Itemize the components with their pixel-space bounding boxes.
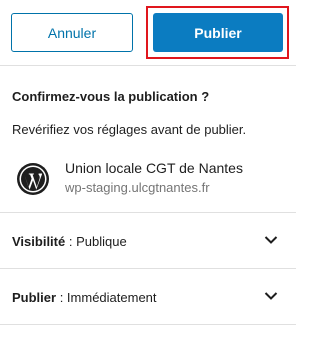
publish-schedule-label: Publier <box>12 290 57 305</box>
confirm-description: Revérifiez vos réglages avant de publier… <box>12 122 247 137</box>
publish-panel: Annuler Publier Confirmez-vous la public… <box>0 0 296 341</box>
cancel-button[interactable]: Annuler <box>11 13 133 52</box>
site-card: Union locale CGT de Nantes wp-staging.ul… <box>16 160 286 200</box>
visibility-toggle-row[interactable]: Visibilité : Publique <box>0 213 296 269</box>
visibility-label: Visibilité <box>12 234 66 249</box>
publish-button[interactable]: Publier <box>153 13 283 52</box>
chevron-down-icon[interactable] <box>264 235 278 245</box>
visibility-value: Publique <box>76 234 127 249</box>
publish-schedule-separator: : <box>56 290 67 305</box>
publish-schedule-setting: Publier : Immédiatement <box>12 290 157 305</box>
wordpress-logo-icon <box>17 163 49 195</box>
visibility-setting: Visibilité : Publique <box>12 234 127 249</box>
confirm-title: Confirmez-vous la publication ? <box>12 89 210 104</box>
publish-schedule-toggle-row[interactable]: Publier : Immédiatement <box>0 269 296 325</box>
site-url: wp-staging.ulcgtnantes.fr <box>65 180 210 195</box>
visibility-separator: : <box>65 234 77 249</box>
publish-schedule-value: Immédiatement <box>66 290 157 305</box>
publish-confirmation-section: Confirmez-vous la publication ? Revérifi… <box>0 66 296 213</box>
publish-actions-bar: Annuler Publier <box>0 0 296 66</box>
chevron-down-icon[interactable] <box>264 291 278 301</box>
site-name: Union locale CGT de Nantes <box>65 160 243 176</box>
